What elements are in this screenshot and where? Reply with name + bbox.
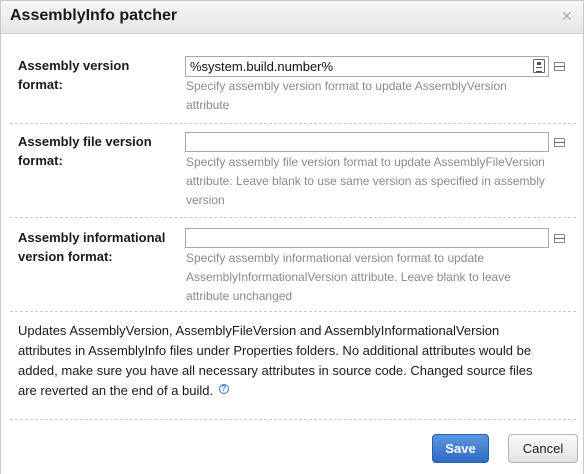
help-icon[interactable]: ? (218, 384, 229, 394)
dialog-title-bar: AssemblyInfo patcher ✕ (1, 1, 583, 34)
parameter-picker-icon[interactable] (533, 59, 545, 73)
description-line1: Updates AssemblyVersion, AssemblyFileVer… (18, 323, 500, 338)
assembly-informational-version-hint: Specify assembly informational version f… (186, 249, 551, 306)
properties-list-icon[interactable] (554, 234, 565, 243)
assembly-informational-version-hint-line3: attribute unchanged (186, 289, 293, 303)
assembly-version-input[interactable] (185, 56, 549, 77)
assembly-informational-version-label-line1: Assembly informational (18, 230, 166, 245)
dialog-title: AssemblyInfo patcher (10, 7, 178, 24)
assembly-version-label-line1: Assembly version (18, 58, 130, 73)
properties-list-icon[interactable] (554, 138, 565, 147)
close-icon[interactable]: ✕ (561, 9, 573, 23)
assembly-informational-version-label-line2: version format: (18, 249, 113, 264)
description-line4-wrap: are reverted an the end of a build. ? (18, 381, 568, 401)
assembly-file-version-hint: Specify assembly file version format to … (186, 153, 551, 210)
assembly-file-version-input[interactable] (185, 132, 549, 152)
assembly-informational-version-hint-line1: Specify assembly informational version f… (186, 251, 485, 265)
divider (10, 311, 576, 312)
assembly-version-input-wrap (185, 56, 549, 77)
save-button[interactable]: Save (432, 434, 489, 463)
assembly-file-version-label-line2: format: (18, 153, 63, 168)
divider (10, 123, 576, 124)
assembly-file-version-label: Assembly file version format: (18, 132, 178, 170)
assembly-file-version-hint-line3: version (186, 193, 225, 207)
assembly-informational-version-label: Assembly informational version format: (18, 228, 178, 266)
assembly-informational-version-hint-line2: AssemblyInformationalVersion attribute. … (186, 270, 511, 284)
properties-list-icon[interactable] (554, 62, 565, 71)
description-line2: attributes in AssemblyInfo files under P… (18, 343, 532, 358)
assembly-version-hint: Specify assembly version format to updat… (186, 77, 551, 115)
description-line4: are reverted an the end of a build. (18, 383, 214, 398)
divider (10, 217, 576, 218)
assembly-version-hint-line1: Specify assembly version format to updat… (186, 79, 507, 93)
assembly-informational-version-input[interactable] (185, 228, 549, 248)
assemblyinfo-patcher-dialog: AssemblyInfo patcher ✕ Assembly version … (0, 0, 584, 474)
assembly-file-version-label-line1: Assembly file version (18, 134, 152, 149)
divider (10, 419, 576, 420)
dialog-footer (1, 426, 583, 474)
cancel-button[interactable]: Cancel (508, 434, 578, 463)
assembly-version-hint-line2: attribute (186, 98, 230, 112)
assembly-version-label: Assembly version format: (18, 56, 178, 94)
assembly-version-label-line2: format: (18, 77, 63, 92)
assembly-file-version-hint-line1: Specify assembly file version format to … (186, 155, 545, 169)
feature-description: Updates AssemblyVersion, AssemblyFileVer… (18, 321, 568, 401)
assembly-file-version-hint-line2: attribute. Leave blank to use same versi… (186, 174, 545, 188)
description-line3: added, make sure you have all necessary … (18, 363, 533, 378)
